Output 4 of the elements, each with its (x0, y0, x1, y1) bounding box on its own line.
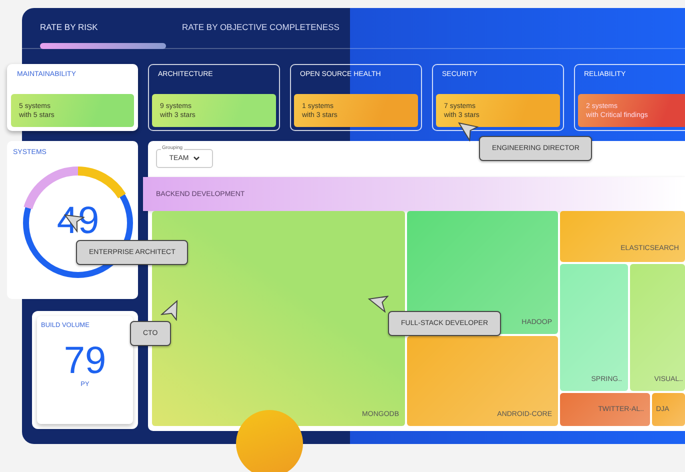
build-volume-count: 79 (64, 341, 106, 381)
tab[interactable]: RATE BY OBJECTIVE COMPLETENESS (182, 20, 340, 34)
tab[interactable]: RATE BY RISK (40, 20, 182, 34)
chevron-down-icon (192, 156, 200, 161)
